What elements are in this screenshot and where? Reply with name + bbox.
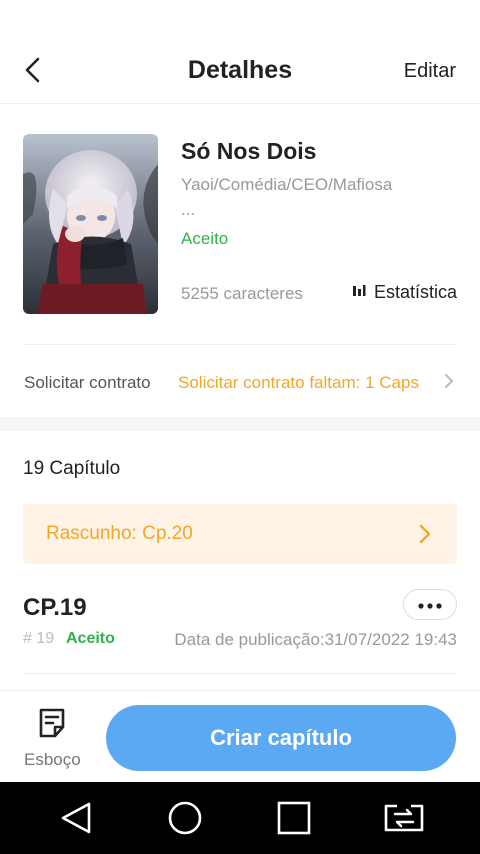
bottom-action-bar: Esboço Criar capítulo bbox=[0, 690, 480, 782]
divider bbox=[23, 344, 457, 345]
more-options-button[interactable] bbox=[403, 589, 457, 620]
statistics-button[interactable]: Estatística bbox=[352, 282, 457, 303]
book-genres-more: ... bbox=[181, 200, 196, 219]
chevron-right-icon[interactable] bbox=[442, 372, 456, 395]
nav-home-icon[interactable] bbox=[167, 800, 203, 841]
header-bar: Detalhes Editar bbox=[0, 40, 480, 104]
chapter-title[interactable]: CP.19 bbox=[23, 594, 87, 622]
chapter-status-badge: Aceito bbox=[66, 630, 115, 647]
edit-button[interactable]: Editar bbox=[404, 60, 456, 83]
chapter-publish-date: Data de publicação:31/07/2022 19:43 bbox=[174, 630, 457, 649]
back-arrow-icon[interactable] bbox=[18, 54, 50, 86]
contract-label: Solicitar contrato bbox=[24, 373, 151, 392]
contract-request-link[interactable]: Solicitar contrato faltam: 1 Caps bbox=[178, 373, 419, 393]
nav-screen-icon[interactable] bbox=[383, 800, 425, 841]
book-status-badge: Aceito bbox=[181, 229, 229, 248]
chapter-number: # 19 bbox=[23, 630, 55, 647]
chevron-right-icon bbox=[419, 523, 431, 550]
section-separator bbox=[0, 417, 480, 431]
nav-recents-icon[interactable] bbox=[276, 800, 312, 841]
draft-chapter-banner[interactable]: Rascunho: Cp.20 bbox=[23, 504, 457, 564]
character-count: 5255 caracteres bbox=[181, 284, 303, 303]
bar-chart-icon bbox=[352, 282, 374, 303]
chapter-count: 19 Capítulo bbox=[23, 458, 121, 479]
draft-tab-label[interactable]: Esboço bbox=[24, 750, 81, 770]
book-cover-image[interactable] bbox=[23, 134, 158, 314]
book-genres: Yaoi/Comédia/CEO/Mafiosa bbox=[181, 175, 393, 194]
system-navigation-bar bbox=[0, 782, 480, 854]
nav-back-icon[interactable] bbox=[58, 800, 94, 841]
more-dots-icon bbox=[418, 596, 442, 614]
statistics-label: Estatística bbox=[373, 282, 457, 302]
draft-note-icon[interactable] bbox=[37, 707, 67, 744]
book-title: Só Nos Dois bbox=[181, 138, 317, 164]
draft-chapter-label: Rascunho: Cp.20 bbox=[46, 523, 193, 544]
divider bbox=[23, 673, 457, 674]
create-chapter-button[interactable]: Criar capítulo bbox=[106, 705, 456, 771]
